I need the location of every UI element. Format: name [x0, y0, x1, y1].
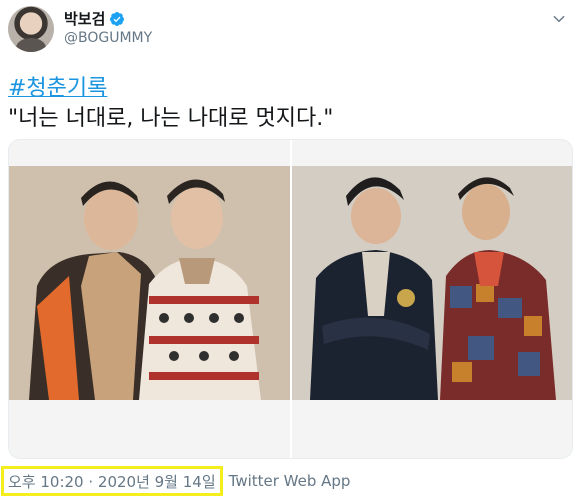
photo-1[interactable]	[9, 140, 290, 458]
photo-1-image	[9, 166, 290, 400]
verified-badge-icon	[110, 11, 125, 26]
tweet-footer: 오후 10:20 · 2020년 9월 14일 Twitter Web App	[0, 466, 350, 496]
tweet-text: "너는 너대로, 나는 나대로 멋지다."	[8, 106, 334, 131]
display-name[interactable]: 박보검	[64, 8, 105, 29]
avatar[interactable]	[8, 6, 54, 52]
author-name-row[interactable]: 박보검	[64, 8, 125, 29]
photo-2[interactable]	[292, 140, 572, 458]
photo-2-image	[292, 166, 572, 400]
tweet-media[interactable]	[8, 139, 573, 459]
source-app-link[interactable]: Twitter Web App	[229, 472, 351, 490]
timestamp-link[interactable]: 오후 10:20 · 2020년 9월 14일	[1, 466, 223, 496]
avatar-shirt	[16, 38, 46, 52]
user-handle[interactable]: @BOGUMMY	[64, 30, 152, 46]
hashtag-link[interactable]: #청춘기록	[8, 70, 107, 102]
chevron-down-icon[interactable]	[552, 12, 566, 26]
